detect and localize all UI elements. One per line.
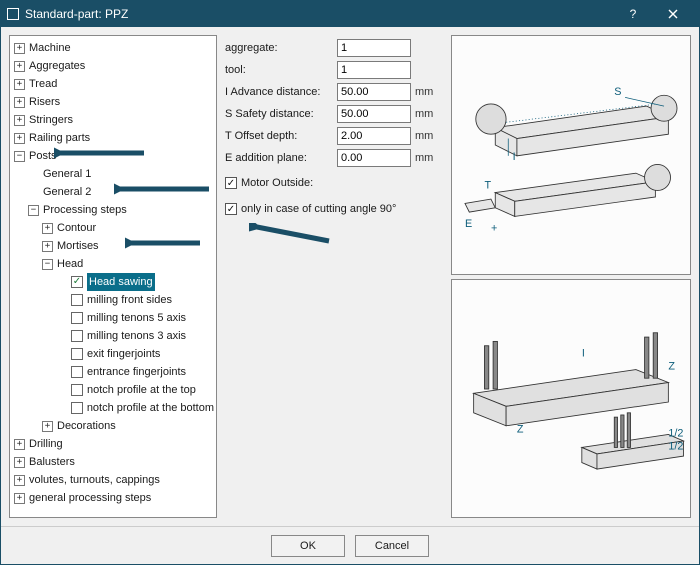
- label-tool: tool:: [225, 64, 333, 76]
- svg-text:I: I: [513, 151, 516, 163]
- unit: mm: [415, 130, 437, 142]
- cancel-button[interactable]: Cancel: [355, 535, 429, 557]
- checkbox-icon[interactable]: [71, 402, 83, 414]
- tree-item[interactable]: volutes, turnouts, cappings: [29, 471, 160, 489]
- expand-icon[interactable]: +: [14, 493, 25, 504]
- label-offset: T Offset depth:: [225, 130, 333, 142]
- unit: mm: [415, 108, 437, 120]
- expand-icon[interactable]: +: [42, 223, 53, 234]
- tree-item[interactable]: Railing parts: [29, 129, 90, 147]
- label-safety: S Safety distance:: [225, 108, 333, 120]
- label-addition: E addition plane:: [225, 152, 333, 164]
- svg-text:T: T: [484, 179, 491, 191]
- tree-item[interactable]: general processing steps: [29, 489, 151, 507]
- tree-item[interactable]: notch profile at the top: [87, 381, 196, 399]
- tree-item[interactable]: General 2: [43, 183, 91, 201]
- unit: mm: [415, 86, 437, 98]
- expand-icon[interactable]: +: [14, 97, 25, 108]
- unit: mm: [415, 152, 437, 164]
- label-aggregate: aggregate:: [225, 42, 333, 54]
- input-offset-depth[interactable]: [337, 127, 411, 145]
- tree-item-posts[interactable]: Posts: [29, 147, 57, 165]
- tree-item[interactable]: Tread: [29, 75, 57, 93]
- milling-diagram-icon: I Z Z 1/2 1/2: [452, 280, 690, 518]
- label-cutting-angle-90: only in case of cutting angle 90°: [241, 203, 396, 215]
- tree-item[interactable]: notch profile at the bottom: [87, 399, 214, 417]
- sawing-diagram-icon: S I T E +: [452, 36, 690, 274]
- svg-text:S: S: [614, 86, 621, 98]
- app-icon: [7, 8, 19, 20]
- expand-icon[interactable]: +: [42, 421, 53, 432]
- tree-item-processing-steps[interactable]: Processing steps: [43, 201, 127, 219]
- tree-item[interactable]: Balusters: [29, 453, 75, 471]
- diagram-bottom: I Z Z 1/2 1/2: [451, 279, 691, 519]
- tree-item-head[interactable]: Head: [57, 255, 83, 273]
- tree-item[interactable]: Machine: [29, 39, 71, 57]
- tree-item[interactable]: Stringers: [29, 111, 73, 129]
- tree-item[interactable]: Mortises: [57, 237, 99, 255]
- svg-text:I: I: [582, 347, 585, 359]
- svg-text:Z: Z: [668, 360, 675, 372]
- checkbox-icon[interactable]: [71, 366, 83, 378]
- svg-text:1/2: 1/2: [668, 440, 683, 452]
- checkbox-icon[interactable]: [71, 294, 83, 306]
- svg-text:E: E: [465, 218, 472, 230]
- input-advance-distance[interactable]: [337, 83, 411, 101]
- navigation-tree[interactable]: + Machine + Aggregates + Tread + Risers + Str…: [9, 35, 217, 518]
- window-title: Standard-part: PPZ: [25, 7, 613, 21]
- input-safety-distance[interactable]: [337, 105, 411, 123]
- content-area: aggregate: tool: I Advance distance: mm: [225, 35, 691, 518]
- tree-item[interactable]: milling tenons 3 axis: [87, 327, 186, 345]
- expand-icon[interactable]: +: [14, 43, 25, 54]
- tree-item[interactable]: Aggregates: [29, 57, 85, 75]
- checkbox-motor-outside[interactable]: ✓: [225, 177, 237, 189]
- ok-button[interactable]: OK: [271, 535, 345, 557]
- checkbox-icon[interactable]: [71, 330, 83, 342]
- expand-icon[interactable]: +: [14, 115, 25, 126]
- dialog-window: Standard-part: PPZ ? + Machine + Aggregate…: [0, 0, 700, 565]
- tree-item[interactable]: exit fingerjoints: [87, 345, 160, 363]
- input-tool[interactable]: [337, 61, 411, 79]
- input-aggregate[interactable]: [337, 39, 411, 57]
- label-advance: I Advance distance:: [225, 86, 333, 98]
- dialog-footer: OK Cancel: [1, 526, 699, 564]
- svg-text:Z: Z: [517, 423, 524, 435]
- tree-item[interactable]: milling front sides: [87, 291, 172, 309]
- svg-text:1/2: 1/2: [668, 427, 683, 439]
- checkbox-icon[interactable]: [71, 384, 83, 396]
- expand-icon[interactable]: +: [14, 61, 25, 72]
- diagram-area: S I T E +: [451, 35, 691, 518]
- expand-icon[interactable]: +: [14, 457, 25, 468]
- expand-icon[interactable]: +: [14, 133, 25, 144]
- tree-item[interactable]: Risers: [29, 93, 60, 111]
- label-motor-outside: Motor Outside:: [241, 177, 313, 189]
- close-button[interactable]: [653, 1, 693, 27]
- expand-icon[interactable]: +: [14, 475, 25, 486]
- expand-icon[interactable]: +: [42, 241, 53, 252]
- collapse-icon[interactable]: −: [42, 259, 53, 270]
- tree-item[interactable]: entrance fingerjoints: [87, 363, 186, 381]
- input-addition-plane[interactable]: [337, 149, 411, 167]
- checkbox-cutting-angle-90[interactable]: ✓: [225, 203, 237, 215]
- tree-item[interactable]: General 1: [43, 165, 91, 183]
- expand-icon[interactable]: +: [14, 79, 25, 90]
- tree-item[interactable]: Contour: [57, 219, 96, 237]
- collapse-icon[interactable]: −: [28, 205, 39, 216]
- annotation-arrow: [249, 223, 339, 247]
- parameter-form: aggregate: tool: I Advance distance: mm: [225, 35, 443, 518]
- expand-icon[interactable]: +: [14, 439, 25, 450]
- titlebar: Standard-part: PPZ ?: [1, 1, 699, 27]
- tree-item-head-sawing[interactable]: Head sawing: [87, 273, 155, 291]
- checkbox-icon[interactable]: ✓: [71, 276, 83, 288]
- help-button[interactable]: ?: [613, 1, 653, 27]
- tree-item[interactable]: Drilling: [29, 435, 63, 453]
- checkbox-icon[interactable]: [71, 348, 83, 360]
- close-icon: [668, 9, 678, 19]
- checkbox-icon[interactable]: [71, 312, 83, 324]
- tree-item[interactable]: milling tenons 5 axis: [87, 309, 186, 327]
- tree-item[interactable]: Decorations: [57, 417, 116, 435]
- diagram-top: S I T E +: [451, 35, 691, 275]
- svg-text:+: +: [491, 223, 497, 235]
- collapse-icon[interactable]: −: [14, 151, 25, 162]
